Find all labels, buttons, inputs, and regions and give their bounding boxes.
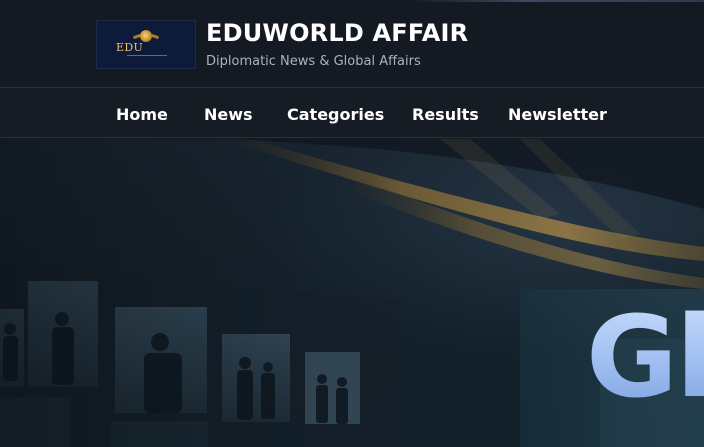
nav-item-categories[interactable]: Categories [287,105,384,124]
logo-text: EDU [116,41,144,54]
site-header: EDU EDUWORLD AFFAIR Diplomatic News & Gl… [0,0,704,87]
hero-heading: Gl [586,302,704,414]
nav-item-news[interactable]: News [204,105,253,124]
main-nav: Home News Categories Results Newsletter [0,87,704,138]
nav-item-results[interactable]: Results [412,105,479,124]
nav-item-newsletter[interactable]: Newsletter [508,105,607,124]
site-tagline: Diplomatic News & Global Affairs [206,54,421,69]
site-title[interactable]: EDUWORLD AFFAIR [206,19,468,47]
logo-wing-right [150,33,160,40]
nav-item-home[interactable]: Home [116,105,168,124]
header-accent-line [408,0,704,2]
logo-subline [127,55,167,56]
site-logo[interactable]: EDU [96,20,196,69]
hero-banner: Gl [0,139,704,447]
page: EDU EDUWORLD AFFAIR Diplomatic News & Gl… [0,0,704,447]
